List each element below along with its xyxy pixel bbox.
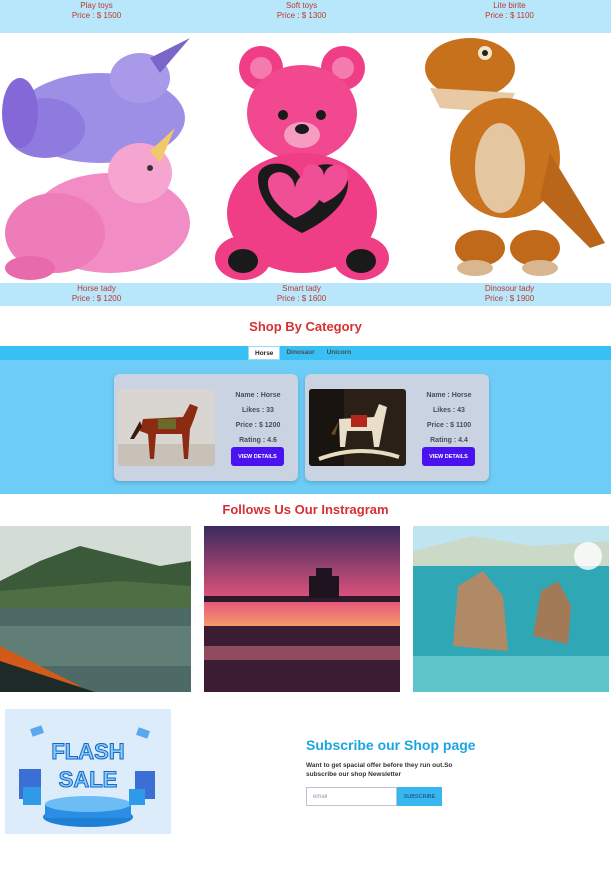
flash-sale-line1: FLASH — [51, 739, 124, 764]
email-input[interactable] — [306, 787, 397, 806]
subscribe-title: Subscribe our Shop page — [306, 737, 476, 753]
category-card: Name : Horse Likes : 43 Price : $ 1100 R… — [305, 374, 489, 481]
card-image-rocking-horse — [309, 389, 406, 466]
top-caption-2: Soft toys Price : $ 1300 — [205, 1, 398, 21]
product-price: Price : $ 1500 — [71, 11, 122, 20]
top-caption-band: Play toys Price : $ 1500 Soft toys Price… — [0, 0, 611, 33]
product-name: Lite birite — [493, 1, 526, 10]
category-card: Name : Horse Likes : 33 Price : $ 1200 R… — [114, 374, 298, 481]
card-name: Name : Horse — [235, 392, 281, 399]
product-name: Horse tady — [77, 284, 116, 293]
product-caption-2: Smart tady Price : $ 1600 — [205, 284, 398, 304]
product-price: Price : $ 1300 — [276, 11, 327, 20]
product-name: Dinosour tady — [484, 284, 535, 293]
page: Play toys Price : $ 1500 Soft toys Price… — [0, 0, 611, 878]
top-caption-1: Play toys Price : $ 1500 — [0, 1, 193, 21]
card-price: Price : $ 1100 — [426, 422, 472, 429]
product-image-teddy[interactable] — [203, 33, 400, 283]
product-name: Play toys — [80, 1, 113, 10]
product-caption-1: Horse tady Price : $ 1200 — [0, 284, 193, 304]
product-image-dinosaur[interactable] — [410, 33, 607, 283]
product-image-unicorns[interactable] — [0, 33, 193, 283]
product-caption-3: Dinosour tady Price : $ 1900 — [413, 284, 606, 304]
product-price: Price : $ 1600 — [276, 294, 327, 303]
shop-by-category-title: Shop By Category — [249, 319, 362, 334]
instagram-title: Follows Us Our Instragram — [222, 502, 389, 517]
card-image-horse — [118, 389, 215, 466]
top-caption-3: Lite birite Price : $ 1100 — [413, 1, 606, 21]
flash-sale-line2: SALE — [59, 767, 118, 792]
subscribe-button[interactable]: SUBSCRIBE — [397, 787, 442, 806]
category-tabs: Horse Dinosaur Unicorn — [248, 346, 357, 360]
view-details-button[interactable]: VIEW DETAILS — [422, 447, 475, 466]
card-price: Price : $ 1200 — [235, 422, 281, 429]
product-price: Price : $ 1900 — [484, 294, 535, 303]
flash-sale-banner[interactable]: FLASH SALE — [5, 709, 171, 834]
product-price: Price : $ 1200 — [71, 294, 122, 303]
card-info: Name : Horse Likes : 33 Price : $ 1200 R… — [218, 388, 298, 448]
card-name: Name : Horse — [426, 392, 472, 399]
product-price: Price : $ 1100 — [485, 11, 534, 20]
product-name: Soft toys — [285, 1, 318, 10]
tab-dinosaur[interactable]: Dinosaur — [280, 346, 320, 360]
product-caption-band: Horse tady Price : $ 1200 Smart tady Pri… — [0, 283, 611, 306]
instagram-image-pier[interactable] — [204, 526, 400, 692]
instagram-image-lake[interactable] — [0, 526, 191, 692]
card-rating: Rating : 4.6 — [239, 437, 277, 444]
card-rating: Rating : 4.4 — [430, 437, 468, 444]
product-name: Smart tady — [282, 284, 321, 293]
view-details-button[interactable]: VIEW DETAILS — [231, 447, 284, 466]
tab-horse[interactable]: Horse — [248, 346, 281, 360]
instagram-image-rocks[interactable] — [413, 526, 609, 692]
subscribe-description: Want to get spacial offer before they ru… — [306, 762, 453, 778]
card-info: Name : Horse Likes : 43 Price : $ 1100 R… — [409, 388, 489, 448]
card-likes: Likes : 33 — [242, 407, 274, 414]
tab-unicorn[interactable]: Unicorn — [321, 346, 358, 360]
card-likes: Likes : 43 — [433, 407, 465, 414]
